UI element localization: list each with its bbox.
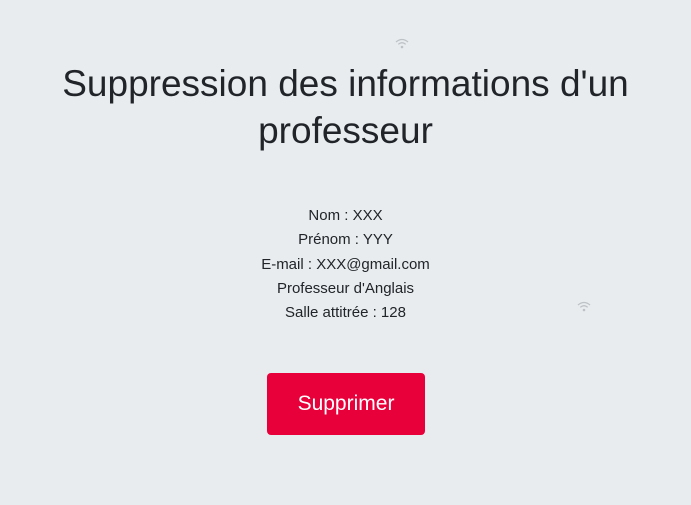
teacher-nom: Nom : XXX [308,207,383,224]
delete-button[interactable]: Supprimer [267,373,425,435]
teacher-email: E-mail : XXX@gmail.com [261,255,430,273]
teacher-role: Professeur d'Anglais [276,279,415,297]
wifi-icon [577,301,591,313]
teacher-prenom: Prénom : YYY [298,231,393,249]
wifi-icon [395,38,409,50]
page-title: Suppression des informations d'un profes… [62,63,629,151]
